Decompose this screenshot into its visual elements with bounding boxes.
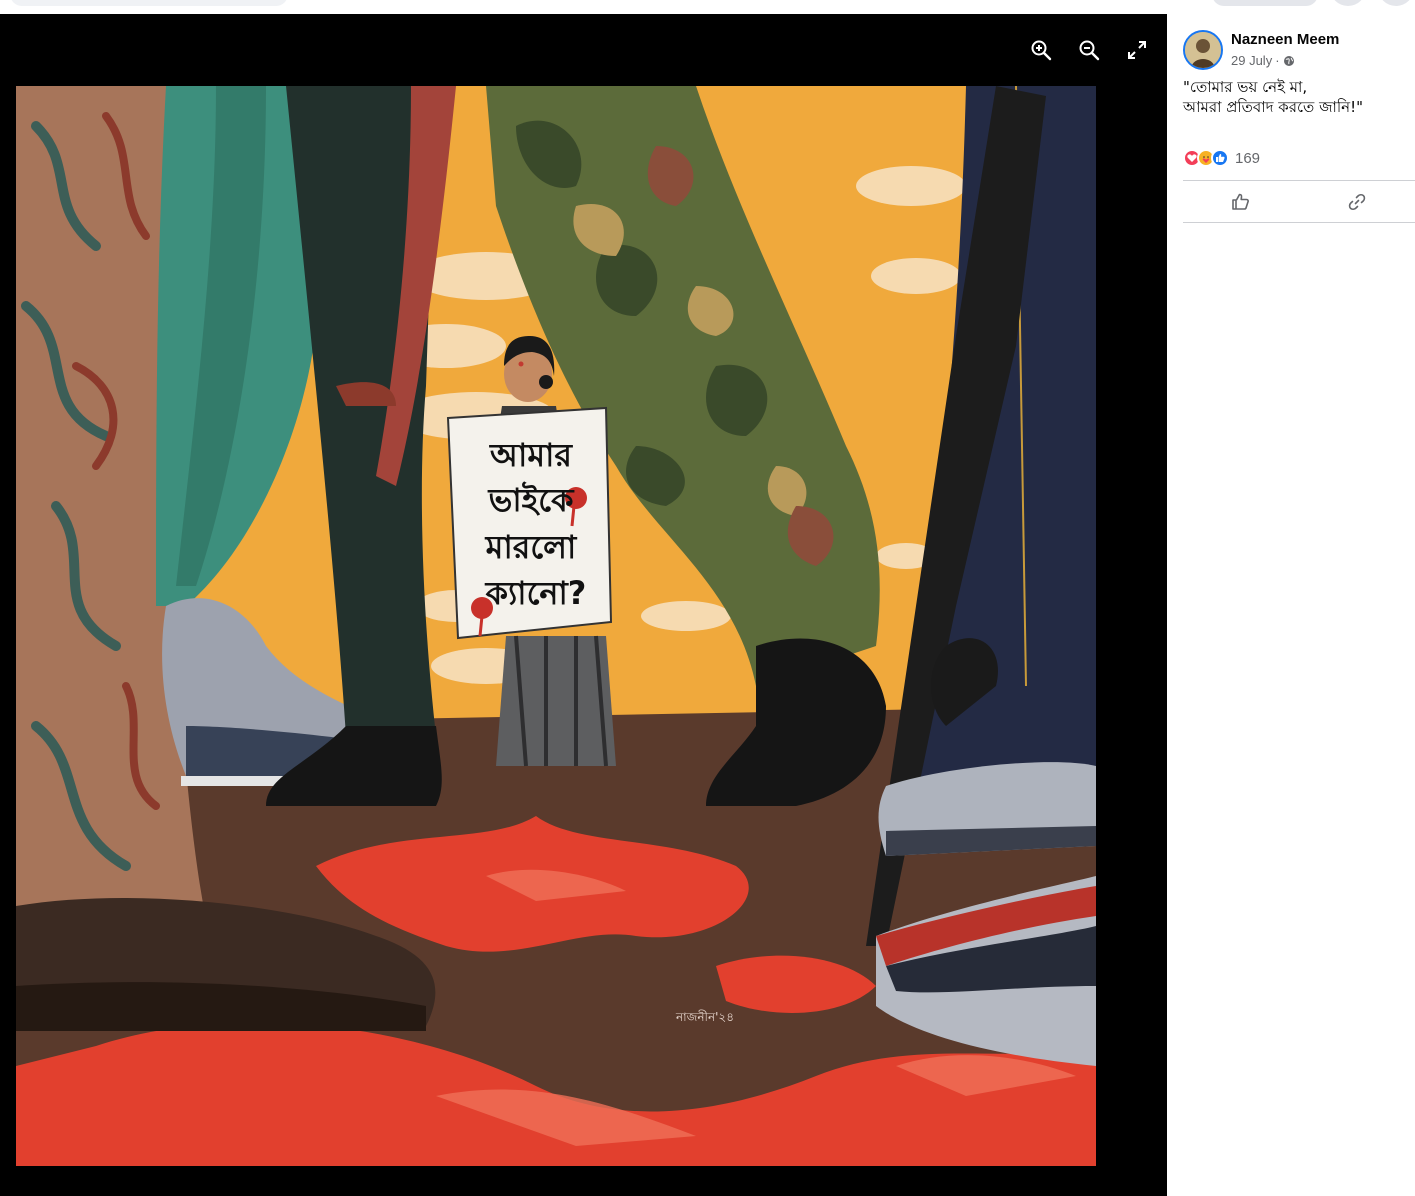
post-caption-line-2: আমরা প্রতিবাদ করতে জানি!" — [1183, 98, 1364, 116]
meta-separator: · — [1275, 53, 1280, 68]
zoom-in-button[interactable] — [1027, 36, 1055, 64]
fullscreen-icon — [1128, 41, 1146, 59]
artist-signature: নাজনীন'২৪ — [675, 1010, 734, 1024]
search-bar[interactable] — [10, 0, 288, 6]
globe-icon — [1283, 55, 1294, 66]
copy-link-button[interactable] — [1299, 184, 1415, 220]
header-pill-button[interactable] — [1212, 0, 1318, 6]
post-caption-line-1: "তোমার ভয় নেই মা, — [1183, 78, 1308, 96]
top-navigation-bar — [0, 0, 1415, 14]
header-circle-button[interactable] — [1330, 0, 1366, 6]
post-image-illustration: আমার ভাইকে মারলো ক্যানো? নাজনীন'২৪ — [16, 86, 1096, 1166]
zoom-in-icon — [1031, 40, 1052, 61]
sign-text-line-1: আমার — [489, 436, 573, 474]
link-icon — [1348, 193, 1366, 211]
post-meta: 29 July · — [1231, 53, 1295, 68]
sign-text-line-2: ভাইকে — [487, 481, 575, 519]
reactions-summary[interactable]: 169 — [1183, 149, 1260, 167]
post-date[interactable]: 29 July — [1231, 53, 1272, 68]
photo-viewer: আমার ভাইকে মারলো ক্যানো? নাজনীন'২৪ — [0, 14, 1167, 1196]
zoom-out-button[interactable] — [1075, 36, 1103, 64]
post-actions — [1183, 184, 1415, 220]
like-reaction-icon — [1211, 149, 1229, 167]
post-caption: "তোমার ভয় নেই মা, আমরা প্রতিবাদ করতে জা… — [1183, 77, 1408, 117]
author-name[interactable]: Nazneen Meem — [1231, 31, 1339, 48]
sign-text-line-3: মারলো — [485, 528, 578, 566]
fullscreen-button[interactable] — [1123, 36, 1151, 64]
zoom-out-icon — [1079, 40, 1100, 61]
sign-text-line-4: ক্যানো? — [485, 574, 587, 612]
like-icon — [1232, 193, 1249, 210]
author-avatar[interactable] — [1183, 30, 1223, 70]
header-circle-button[interactable] — [1378, 0, 1414, 6]
divider — [1183, 180, 1415, 181]
like-button[interactable] — [1183, 184, 1299, 220]
divider — [1183, 222, 1415, 223]
reaction-count: 169 — [1235, 149, 1261, 167]
post-details-panel: Nazneen Meem 29 July · "তোমার ভয় নেই মা… — [1167, 14, 1415, 1196]
